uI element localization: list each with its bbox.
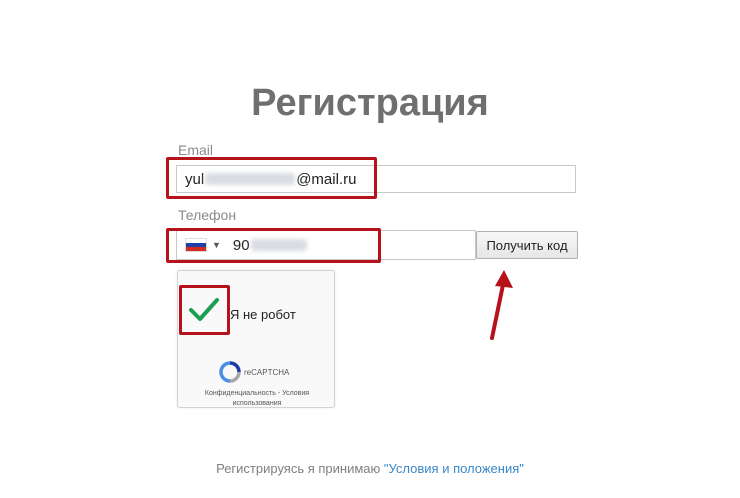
email-label: Email [178,142,214,158]
privacy-link[interactable]: Конфиденциальность [205,390,276,397]
recaptcha-logo-icon [219,361,241,383]
links-separator: - [277,390,281,397]
email-highlight-frame [166,157,377,199]
recaptcha-links: Конфиденциальность - Условия использован… [182,389,332,409]
footer-text: Регистрируясь я принимаю [216,461,381,476]
checkbox-highlight-frame [179,285,230,335]
page-title: Регистрация [251,82,489,124]
footer-terms: Регистрируясь я принимаю "Условия и поло… [0,461,740,476]
recaptcha-label: Я не робот [230,307,296,322]
phone-label: Телефон [178,207,237,223]
recaptcha-brand: reCAPTCHA [244,368,290,377]
terms-and-conditions-link[interactable]: "Условия и положения" [384,461,524,476]
get-code-button[interactable]: Получить код [476,231,578,259]
phone-highlight-frame [166,228,381,263]
red-arrow-annotation [490,270,513,340]
